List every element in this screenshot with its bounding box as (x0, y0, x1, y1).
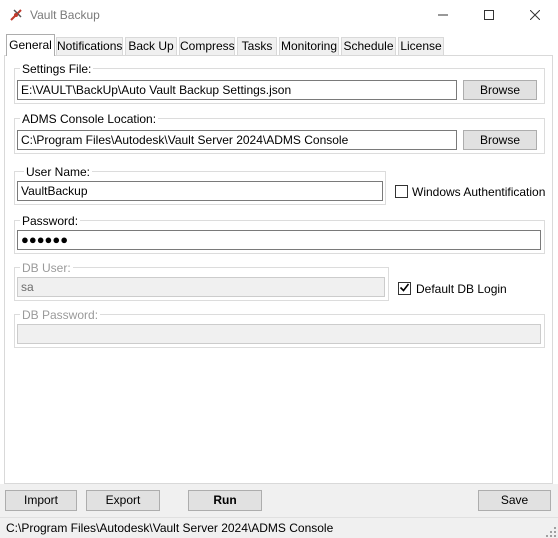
db-user-label: DB User: (20, 261, 73, 275)
status-bar: C:\Program Files\Autodesk\Vault Server 2… (0, 517, 558, 538)
user-name-label: User Name: (24, 165, 93, 179)
adms-console-input[interactable]: C:\Program Files\Autodesk\Vault Server 2… (17, 130, 457, 150)
adms-console-browse-button[interactable]: Browse (463, 130, 537, 150)
password-label: Password: (20, 214, 81, 228)
checkmark-icon (399, 282, 410, 296)
tab-notifications[interactable]: Notifications (56, 37, 123, 55)
save-button[interactable]: Save (478, 490, 551, 511)
settings-file-browse-button[interactable]: Browse (463, 80, 537, 100)
export-button[interactable]: Export (86, 490, 160, 511)
close-button[interactable] (512, 0, 558, 32)
maximize-icon (484, 9, 494, 23)
tab-general[interactable]: General (6, 34, 55, 56)
window-title: Vault Backup (30, 8, 100, 22)
tab-compress[interactable]: Compress (179, 37, 235, 55)
vault-backup-icon (8, 7, 24, 23)
minimize-icon (438, 9, 448, 23)
maximize-button[interactable] (466, 0, 512, 32)
user-name-input[interactable]: VaultBackup (17, 181, 383, 201)
adms-console-label: ADMS Console Location: (20, 112, 159, 126)
settings-file-label: Settings File: (20, 62, 94, 76)
tab-monitoring[interactable]: Monitoring (279, 37, 339, 55)
title-bar[interactable]: Vault Backup (0, 0, 558, 32)
windows-auth-checkbox[interactable] (395, 185, 408, 198)
action-bar (0, 484, 558, 517)
windows-auth-label[interactable]: Windows Authentification (412, 185, 545, 199)
run-button[interactable]: Run (188, 490, 262, 511)
default-db-login-label[interactable]: Default DB Login (416, 282, 507, 296)
password-input[interactable]: ●●●●●● (17, 230, 541, 250)
minimize-button[interactable] (420, 0, 466, 32)
settings-file-input[interactable]: E:\VAULT\BackUp\Auto Vault Backup Settin… (17, 80, 457, 100)
tab-tasks[interactable]: Tasks (237, 37, 277, 55)
tab-back-up[interactable]: Back Up (125, 37, 177, 55)
resize-grip-icon[interactable] (546, 526, 556, 537)
tab-license[interactable]: License (398, 37, 444, 55)
db-user-input[interactable]: sa (17, 277, 385, 297)
tab-schedule[interactable]: Schedule (341, 37, 396, 55)
db-password-input[interactable] (17, 324, 541, 344)
import-button[interactable]: Import (5, 490, 77, 511)
default-db-login-checkbox[interactable] (398, 282, 411, 295)
status-text: C:\Program Files\Autodesk\Vault Server 2… (6, 521, 334, 535)
close-icon (529, 9, 541, 23)
db-password-label: DB Password: (20, 308, 101, 322)
